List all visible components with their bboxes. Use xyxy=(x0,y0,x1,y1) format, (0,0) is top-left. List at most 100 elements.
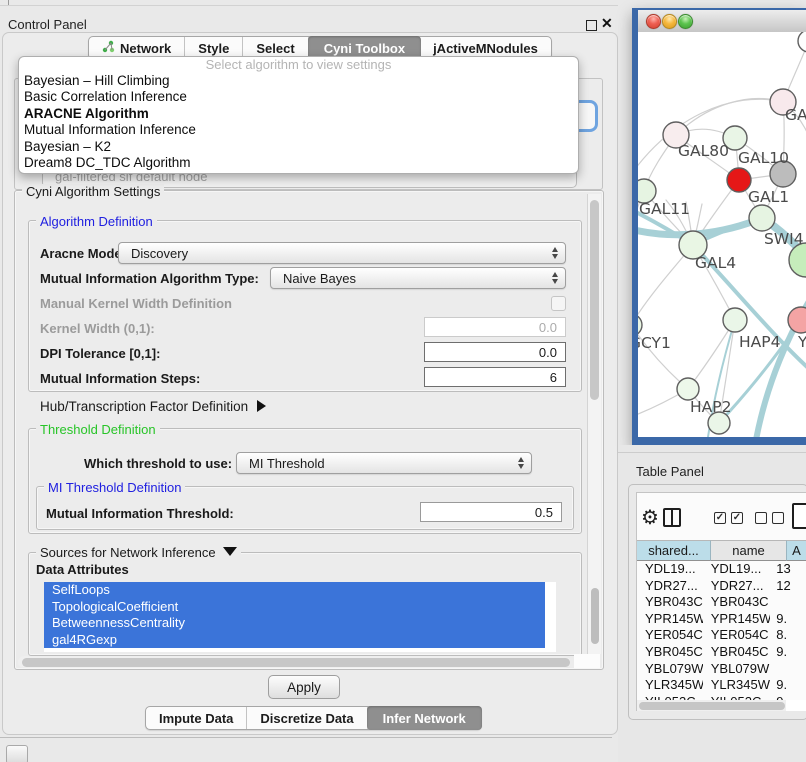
table-row[interactable]: YBL079WYBL079W xyxy=(637,661,806,678)
table-cell[interactable]: YBL079W xyxy=(637,661,703,678)
tab-impute-label: Impute Data xyxy=(159,711,233,726)
attribute-item-selected[interactable]: BetweennessCentrality xyxy=(44,615,545,632)
table-cell[interactable]: YER054C xyxy=(703,627,771,644)
unselect-all-columns-icon[interactable] xyxy=(755,512,784,524)
window-close-icon[interactable] xyxy=(646,14,661,29)
table-cell[interactable] xyxy=(770,661,806,678)
attribute-item-selected[interactable]: TopologicalCoefficient xyxy=(44,599,545,616)
mi-threshold-field[interactable]: 0.5 xyxy=(420,502,562,522)
network-canvas[interactable]: GALGAL80GAL10GAL1GAL11SWI4GAL4GCY1HAP4YH… xyxy=(638,32,806,437)
which-threshold-select[interactable]: MI Threshold xyxy=(236,452,532,474)
tab-infer-network[interactable]: Infer Network xyxy=(367,706,482,730)
table-cell[interactable]: YBL079W xyxy=(703,661,771,678)
table-cell[interactable]: YBR043C xyxy=(637,594,703,611)
table-cell[interactable]: 9. xyxy=(770,644,806,661)
table-cell[interactable]: YER054C xyxy=(637,627,703,644)
column-header-partial[interactable]: A xyxy=(787,540,806,561)
hub-section-toggle[interactable]: Hub/Transcription Factor Definition xyxy=(40,399,266,414)
table-cell[interactable]: YDR27... xyxy=(637,578,703,595)
kernel-width-field[interactable]: 0.0 xyxy=(424,317,566,337)
table-row[interactable]: YDL19...YDL19...13 xyxy=(637,561,806,578)
sources-title: Sources for Network Inference xyxy=(40,545,216,560)
network-node-GCY1[interactable] xyxy=(638,314,642,336)
table-cell[interactable]: YDR27... xyxy=(703,578,771,595)
document-icon[interactable] xyxy=(792,503,806,529)
table-row[interactable]: YLR345WYLR345W9. xyxy=(637,677,806,694)
column-header-name[interactable]: name xyxy=(711,540,787,561)
attribute-item-selected[interactable]: gal4RGexp xyxy=(44,632,545,649)
table-cell[interactable]: 12 xyxy=(770,578,806,595)
tab-impute-data[interactable]: Impute Data xyxy=(146,707,247,729)
window-minimize-icon[interactable] xyxy=(662,14,677,29)
column-header-shared-name[interactable]: shared... xyxy=(637,540,711,561)
table-panel-divider xyxy=(618,452,806,453)
gear-icon[interactable]: ⚙ xyxy=(641,505,659,530)
mi-steps-field[interactable]: 6 xyxy=(424,367,566,387)
apply-button[interactable]: Apply xyxy=(268,675,340,699)
table-cell[interactable]: YPR145W xyxy=(637,611,703,628)
table-cell[interactable]: YPR145W xyxy=(703,611,771,628)
attribute-item-selected[interactable]: SelfLoops xyxy=(44,582,545,599)
select-all-columns-icon[interactable]: ✓ ✓ xyxy=(714,512,743,524)
algorithm-option[interactable]: ARACNE Algorithm xyxy=(19,106,578,122)
settings-hscrollbar-thumb[interactable] xyxy=(22,658,570,667)
bottom-tabbar: Impute Data Discretize Data Infer Networ… xyxy=(145,706,482,730)
table-row[interactable]: YDR27...YDR27...12 xyxy=(637,578,806,595)
hub-section-label: Hub/Transcription Factor Definition xyxy=(40,399,248,414)
settings-hscrollbar-track[interactable] xyxy=(18,656,570,668)
tab-discretize-data[interactable]: Discretize Data xyxy=(247,707,367,729)
table-cell[interactable]: 9. xyxy=(770,611,806,628)
table-cell[interactable] xyxy=(770,594,806,611)
float-window-icon[interactable] xyxy=(586,20,597,31)
window-zoom-icon[interactable] xyxy=(678,14,693,29)
algorithm-option[interactable]: Bayesian – K2 xyxy=(19,139,578,155)
sources-toggle[interactable]: Sources for Network Inference xyxy=(36,545,241,560)
bottom-left-button[interactable] xyxy=(6,745,28,762)
table-cell[interactable]: YBR045C xyxy=(703,644,771,661)
data-attributes-list[interactable]: SelfLoopsTopologicalCoefficientBetweenne… xyxy=(44,582,556,652)
close-icon[interactable]: ✕ xyxy=(601,15,613,32)
table-row[interactable]: YBR045CYBR045C9. xyxy=(637,644,806,661)
table-cell[interactable]: 8. xyxy=(770,627,806,644)
table-cell[interactable]: 9. xyxy=(770,677,806,694)
aracne-mode-select[interactable]: Discovery xyxy=(118,242,566,264)
cyni-settings-title: Cyni Algorithm Settings xyxy=(22,184,164,199)
table-cell[interactable]: YBR045C xyxy=(637,644,703,661)
table-row[interactable]: YBR043CYBR043C xyxy=(637,594,806,611)
settings-scrollbar-track[interactable] xyxy=(587,194,601,654)
aracne-mode-value: Discovery xyxy=(131,246,188,261)
dpi-tolerance-field[interactable]: 0.0 xyxy=(424,342,566,362)
columns-icon[interactable] xyxy=(663,508,681,527)
mi-steps-label: Mutual Information Steps: xyxy=(40,371,200,386)
table-cell[interactable]: YDL19... xyxy=(637,561,703,578)
algorithm-option[interactable]: Dream8 DC_TDC Algorithm xyxy=(19,155,578,171)
table-hscrollbar-thumb[interactable] xyxy=(639,702,785,710)
tab-jactivemnodules-label: jActiveMNodules xyxy=(433,41,538,56)
network-node-label: GAL4 xyxy=(695,254,736,272)
table-cell[interactable]: YLR345W xyxy=(637,677,703,694)
table-row[interactable]: YER054CYER054C8. xyxy=(637,627,806,644)
table-cell[interactable]: YDL19... xyxy=(703,561,771,578)
algorithm-option[interactable]: Mutual Information Inference xyxy=(19,122,578,138)
settings-scrollbar-thumb[interactable] xyxy=(590,200,599,400)
tab-discretize-label: Discretize Data xyxy=(260,711,353,726)
mi-type-select[interactable]: Naive Bayes xyxy=(270,267,566,289)
node-table[interactable]: YDL19...YDL19...13YDR27...YDR27...12YBR0… xyxy=(637,561,806,700)
dpi-tolerance-label: DPI Tolerance [0,1]: xyxy=(40,346,160,361)
manual-kernel-checkbox[interactable] xyxy=(551,296,566,311)
control-panel-titlebar: Control Panel ✕ xyxy=(0,6,618,30)
table-cell[interactable]: 13 xyxy=(770,561,806,578)
network-node-HAP4[interactable] xyxy=(723,308,747,332)
network-node-SWI4[interactable] xyxy=(749,205,775,231)
network-node-label: HAP4 xyxy=(739,333,780,351)
network-node-HAP2[interactable] xyxy=(677,378,699,400)
network-node-right-green[interactable] xyxy=(789,243,806,277)
table-cell[interactable]: YLR345W xyxy=(703,677,771,694)
table-row[interactable]: YPR145WYPR145W9. xyxy=(637,611,806,628)
algorithm-option[interactable]: Bayesian – Hill Climbing xyxy=(19,73,578,89)
table-cell[interactable]: YBR043C xyxy=(703,594,771,611)
algorithm-dropdown-popup: Select algorithm to view settings Bayesi… xyxy=(18,56,579,174)
algorithm-option[interactable]: Basic Correlation Inference xyxy=(19,89,578,105)
network-node-top-partial[interactable] xyxy=(798,32,806,52)
attributes-scrollbar-thumb[interactable] xyxy=(591,588,599,644)
